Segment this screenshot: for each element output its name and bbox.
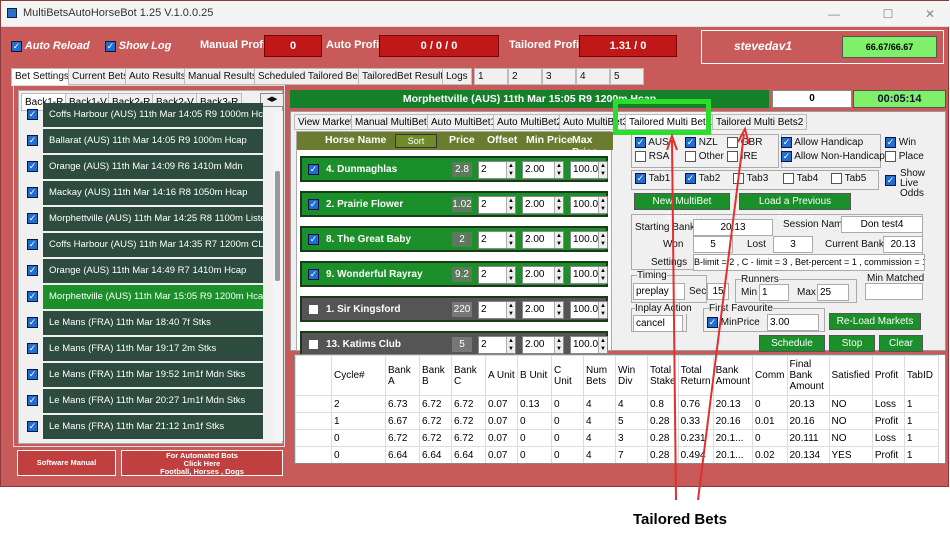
annotation-caption: Tailored Bets (633, 511, 727, 528)
annotation-arrows (666, 126, 750, 501)
annotation-arrow-2 (697, 133, 745, 501)
annotation-arrow-1 (671, 139, 677, 501)
